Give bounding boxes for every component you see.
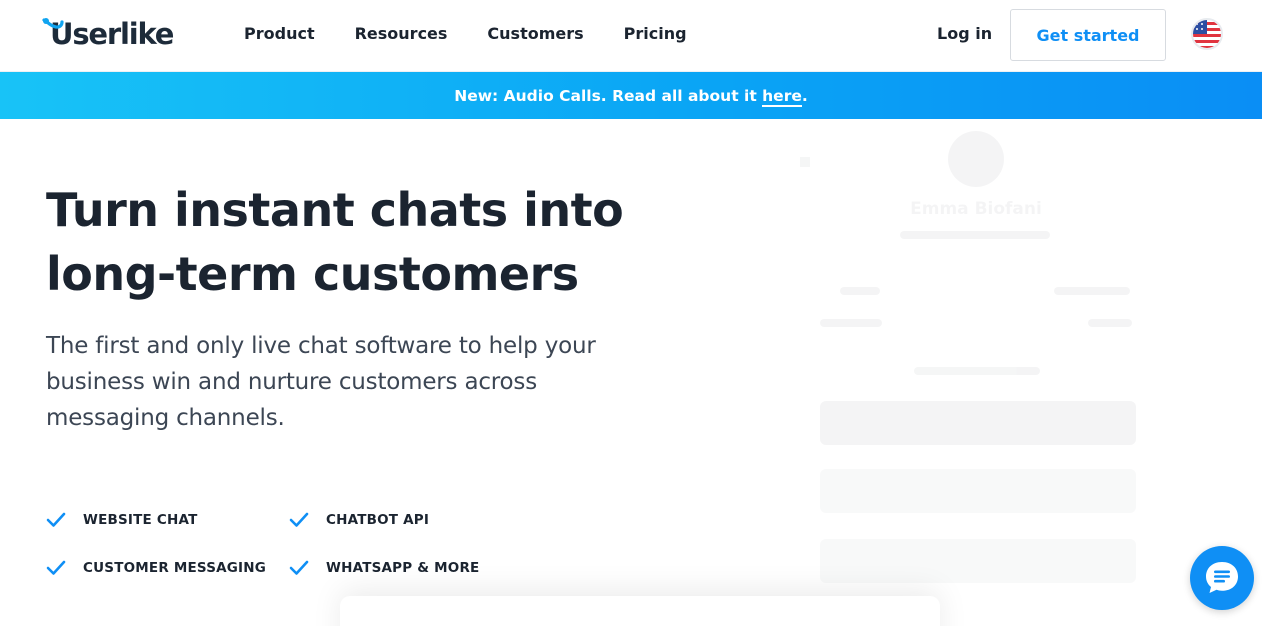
chat-preview-illustration: Emma Biofani <box>800 125 1160 595</box>
nav-item-pricing[interactable]: Pricing <box>624 24 687 44</box>
banner-message: New: Audio Calls. Read all about it here… <box>454 86 808 107</box>
feature-label: CHATBOT API <box>326 512 430 528</box>
preview-line <box>840 287 880 295</box>
feature-item: WHATSAPP & MORE <box>289 556 479 580</box>
announcement-banner: New: Audio Calls. Read all about it here… <box>0 72 1262 119</box>
nav-item-resources[interactable]: Resources <box>355 24 448 44</box>
check-icon <box>46 560 66 575</box>
get-started-button[interactable]: Get started <box>1010 9 1166 61</box>
check-icon <box>46 512 66 527</box>
feature-label: CUSTOMER MESSAGING <box>83 560 267 576</box>
bottom-card-edge <box>340 596 940 626</box>
feature-label: WHATSAPP & MORE <box>326 560 480 576</box>
feature-item: WEBSITE CHAT <box>46 508 198 532</box>
preview-line <box>820 319 882 327</box>
check-icon <box>289 512 309 527</box>
main-nav: Product Resources Customers Pricing <box>244 24 687 44</box>
preview-row <box>820 469 1136 513</box>
us-flag-icon[interactable] <box>1191 18 1223 50</box>
banner-text-end: . <box>801 86 808 105</box>
hero-title: Turn instant chats into long-term custom… <box>46 183 624 301</box>
chat-bubble-icon <box>1206 562 1238 593</box>
feature-item: CHATBOT API <box>289 508 429 532</box>
nav-item-customers[interactable]: Customers <box>487 24 583 44</box>
preview-line <box>900 231 1050 239</box>
nav-item-product[interactable]: Product <box>244 24 315 44</box>
agent-name: Emma Biofani <box>800 199 1152 219</box>
preview-row <box>820 401 1136 445</box>
preview-line <box>1054 287 1130 295</box>
userlike-logo[interactable]: Userlike <box>42 18 174 50</box>
banner-text: New: Audio Calls. Read all about it <box>454 86 763 105</box>
preview-line <box>1088 319 1132 327</box>
logo-bubble-icon <box>42 18 64 29</box>
preview-close-icon <box>800 157 810 167</box>
feature-item: CUSTOMER MESSAGING <box>46 556 266 580</box>
banner-here-link[interactable]: here <box>762 86 802 107</box>
check-icon <box>289 560 309 575</box>
login-link[interactable]: Log in <box>937 24 992 44</box>
hero-subtitle: The first and only live chat software to… <box>46 333 596 431</box>
site-header: Userlike Product Resources Customers Pri… <box>0 0 1262 72</box>
agent-avatar <box>948 131 1004 187</box>
preview-row <box>820 539 1136 583</box>
chat-widget-button[interactable] <box>1190 546 1254 610</box>
preview-line <box>914 367 1040 375</box>
feature-label: WEBSITE CHAT <box>83 512 198 528</box>
